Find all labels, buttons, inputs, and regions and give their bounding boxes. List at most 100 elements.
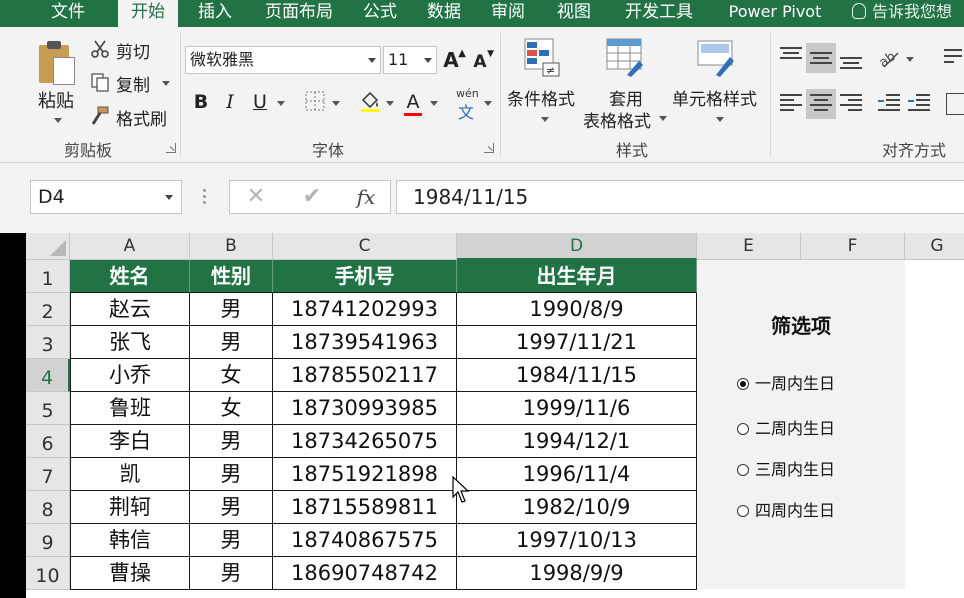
formula-input[interactable]: 1984/11/15	[396, 180, 964, 214]
font-size-select[interactable]: 11	[383, 46, 437, 74]
align-top-icon[interactable]	[780, 47, 802, 67]
row-header[interactable]: 8	[26, 491, 70, 524]
enter-button[interactable]: ✔	[292, 181, 332, 213]
header-gender-cell[interactable]: 性别	[190, 260, 273, 293]
column-header[interactable]: G	[905, 233, 964, 260]
tab-view[interactable]: 视图	[548, 0, 600, 27]
tab-file[interactable]: 文件	[38, 0, 98, 27]
table-cell[interactable]: 1998/9/9	[457, 557, 697, 590]
chevron-down-icon[interactable]	[332, 101, 340, 106]
shrink-font-button[interactable]: A ▼	[470, 49, 494, 75]
select-all-button[interactable]	[26, 233, 70, 260]
table-cell[interactable]: 1997/10/13	[457, 524, 697, 557]
grow-font-button[interactable]: A ▲	[440, 47, 466, 73]
cell-styles-button[interactable]: 单元格样式	[672, 35, 764, 135]
align-bottom-icon[interactable]	[840, 51, 862, 71]
chevron-down-icon[interactable]	[277, 101, 285, 106]
table-cell[interactable]: 1984/11/15	[457, 359, 697, 392]
cut-button[interactable]: 剪切	[88, 37, 168, 63]
borders-icon[interactable]	[304, 90, 326, 112]
decrease-indent-icon[interactable]	[878, 94, 900, 114]
table-cell[interactable]: 男	[190, 326, 273, 359]
fill-color-icon[interactable]	[358, 89, 382, 113]
tab-home[interactable]: 开始	[118, 0, 178, 27]
tab-data[interactable]: 数据	[418, 0, 470, 27]
table-cell[interactable]: 男	[190, 425, 273, 458]
table-cell[interactable]: 18741202993	[273, 293, 457, 326]
table-cell[interactable]: 18730993985	[273, 392, 457, 425]
table-cell[interactable]: 1994/12/1	[457, 425, 697, 458]
row-header[interactable]: 4	[26, 359, 70, 392]
table-cell[interactable]: 女	[190, 392, 273, 425]
table-cell[interactable]: 曹操	[70, 557, 190, 590]
underline-button[interactable]: U	[250, 89, 270, 115]
header-birth-cell[interactable]: 出生年月	[457, 260, 697, 293]
column-header[interactable]: C	[273, 233, 457, 260]
header-name-cell[interactable]: 姓名	[70, 260, 190, 293]
table-cell[interactable]: 小乔	[70, 359, 190, 392]
align-left-icon[interactable]	[780, 94, 802, 114]
row-header[interactable]: 2	[26, 293, 70, 326]
table-cell[interactable]: 1990/8/9	[457, 293, 697, 326]
clipboard-launcher-icon[interactable]	[166, 143, 176, 153]
table-cell[interactable]: 男	[190, 458, 273, 491]
row-header[interactable]: 5	[26, 392, 70, 425]
table-cell[interactable]: 18751921898	[273, 458, 457, 491]
tab-review[interactable]: 审阅	[482, 0, 534, 27]
table-cell[interactable]: 1999/11/6	[457, 392, 697, 425]
align-middle-icon[interactable]	[810, 49, 832, 69]
font-color-button[interactable]: A	[404, 89, 422, 116]
column-header[interactable]: D	[457, 233, 697, 260]
table-cell[interactable]: 1996/11/4	[457, 458, 697, 491]
table-cell[interactable]: 男	[190, 293, 273, 326]
chevron-down-icon[interactable]	[906, 57, 914, 62]
format-painter-button[interactable]: 格式刷	[88, 104, 174, 130]
table-cell[interactable]: 18734265075	[273, 425, 457, 458]
table-cell[interactable]: 凯	[70, 458, 190, 491]
table-cell[interactable]: 18739541963	[273, 326, 457, 359]
row-header[interactable]: 6	[26, 425, 70, 458]
increase-indent-icon[interactable]	[908, 94, 930, 114]
table-cell[interactable]: 韩信	[70, 524, 190, 557]
table-cell[interactable]: 18740867575	[273, 524, 457, 557]
align-center-icon[interactable]	[810, 94, 832, 114]
header-phone-cell[interactable]: 手机号	[273, 260, 457, 293]
column-header[interactable]: F	[801, 233, 905, 260]
tab-page-layout[interactable]: 页面布局	[254, 0, 344, 27]
table-cell[interactable]: 鲁班	[70, 392, 190, 425]
orientation-icon[interactable]: ab	[878, 47, 902, 69]
table-cell[interactable]: 女	[190, 359, 273, 392]
bold-button[interactable]: B	[192, 89, 210, 115]
paste-button[interactable]: 粘贴	[30, 35, 86, 135]
font-name-select[interactable]: 微软雅黑	[185, 46, 381, 74]
table-cell[interactable]: 李白	[70, 425, 190, 458]
wrap-text-icon[interactable]	[940, 45, 964, 71]
table-cell[interactable]: 张飞	[70, 326, 190, 359]
column-header[interactable]: E	[697, 233, 801, 260]
column-header[interactable]: A	[70, 233, 190, 260]
table-cell[interactable]: 荆轲	[70, 491, 190, 524]
tab-formulas[interactable]: 公式	[354, 0, 406, 27]
table-cell[interactable]: 男	[190, 491, 273, 524]
tab-power-pivot[interactable]: Power Pivot	[716, 0, 834, 27]
format-as-table-button[interactable]: 套用 表格格式	[583, 35, 671, 135]
name-box[interactable]: D4	[30, 180, 182, 214]
insert-function-button[interactable]: fx	[346, 181, 386, 213]
copy-button[interactable]: 复制	[88, 70, 172, 96]
row-header[interactable]: 3	[26, 326, 70, 359]
chevron-down-icon[interactable]	[484, 101, 492, 106]
column-header[interactable]: B	[190, 233, 273, 260]
tab-insert[interactable]: 插入	[186, 0, 244, 27]
table-cell[interactable]: 18785502117	[273, 359, 457, 392]
table-cell[interactable]: 男	[190, 557, 273, 590]
font-launcher-icon[interactable]	[484, 143, 494, 153]
cancel-button[interactable]: ✕	[236, 181, 276, 213]
table-cell[interactable]: 1997/11/21	[457, 326, 697, 359]
tell-me-search[interactable]: 告诉我您想	[852, 0, 952, 27]
merge-center-icon[interactable]	[946, 93, 964, 115]
table-cell[interactable]: 1982/10/9	[457, 491, 697, 524]
row-header[interactable]: 10	[26, 557, 70, 590]
row-header[interactable]: 1	[26, 260, 70, 293]
phonetic-button[interactable]: wén 文	[454, 87, 480, 122]
table-cell[interactable]: 男	[190, 524, 273, 557]
